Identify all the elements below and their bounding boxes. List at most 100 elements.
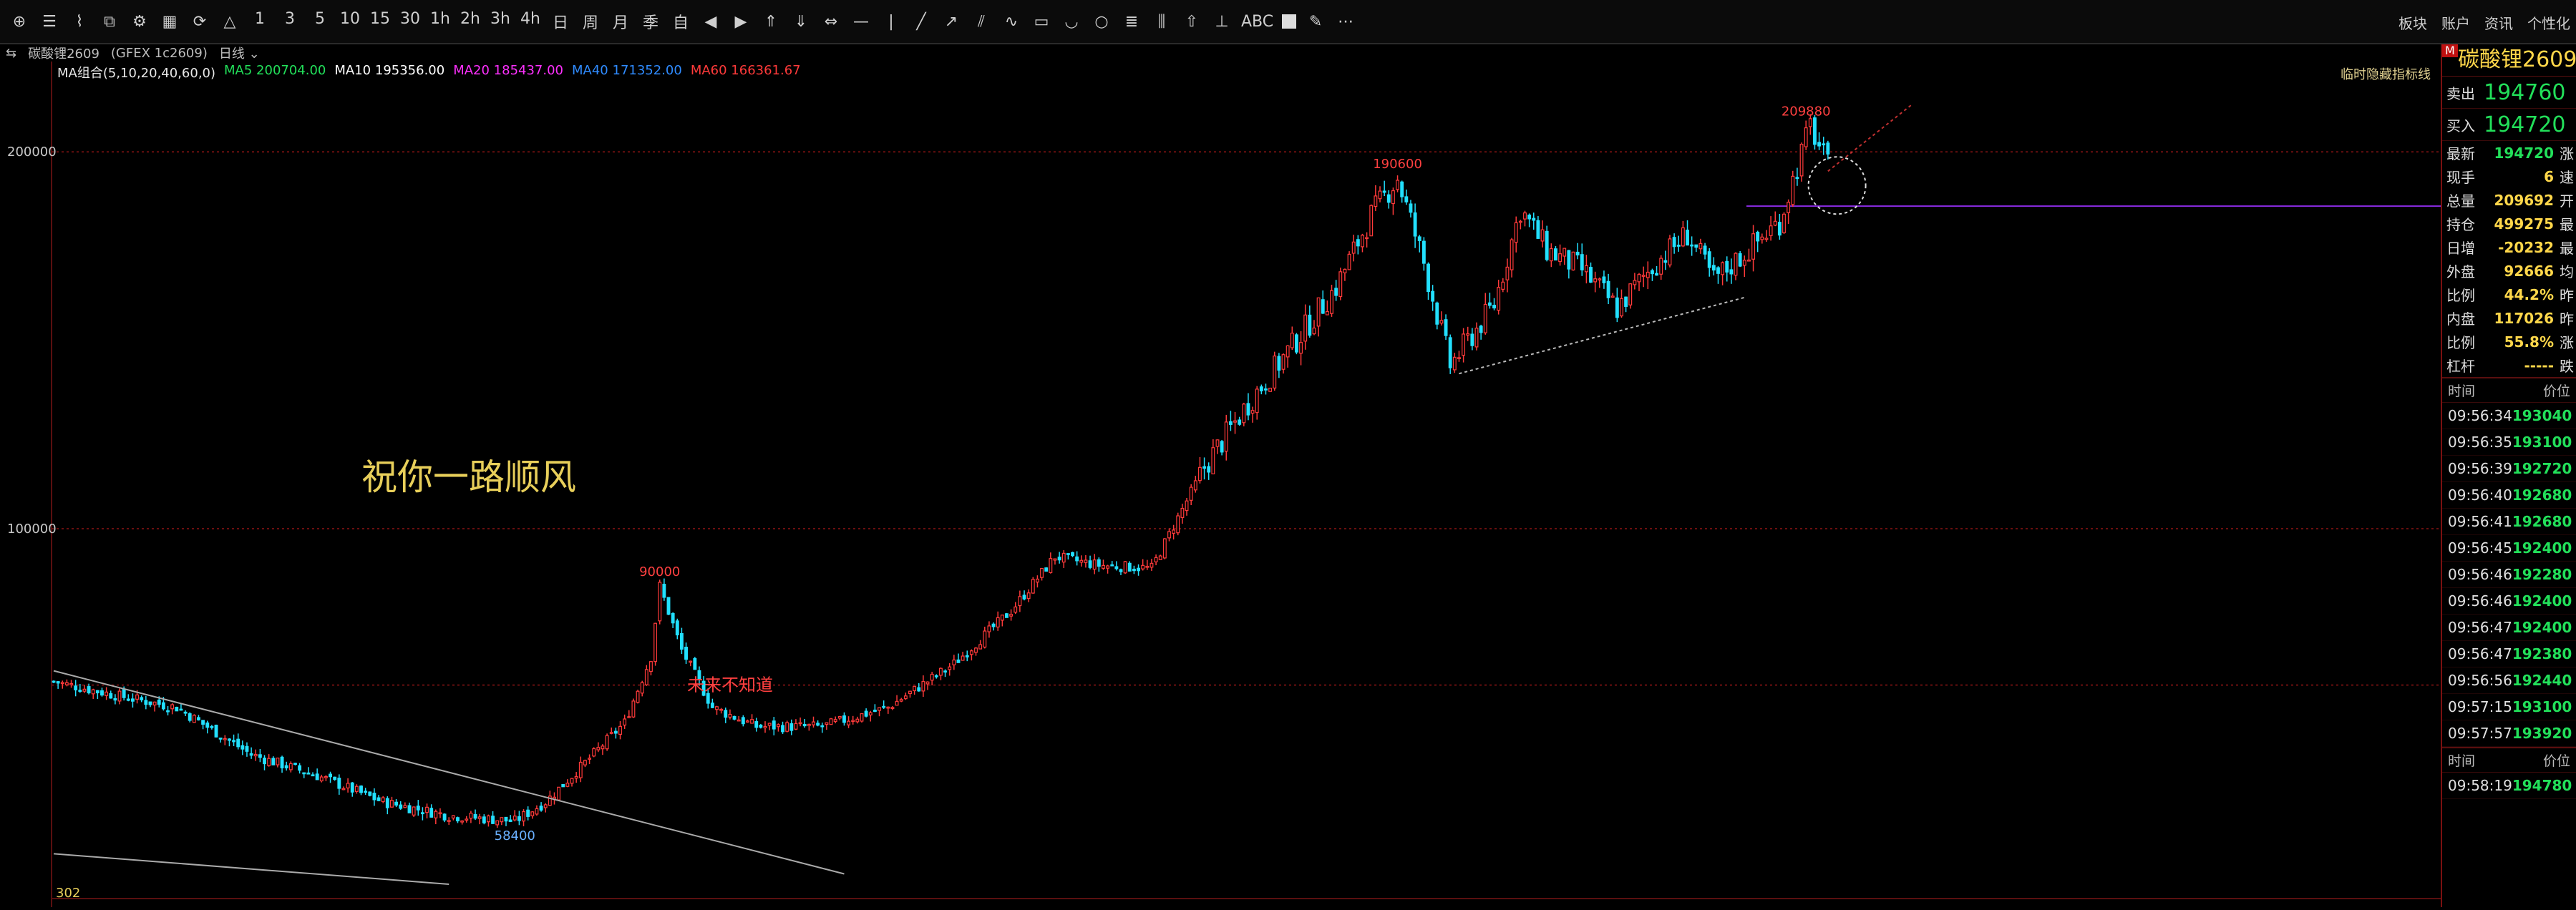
arrow-tool-icon[interactable]: ⇧ <box>1181 13 1202 31</box>
list-icon[interactable]: ☰ <box>39 13 60 31</box>
trendline <box>53 853 449 885</box>
pan-right-icon[interactable]: ▶ <box>730 13 752 31</box>
hline-tool-icon[interactable]: — <box>850 13 872 31</box>
period-button[interactable]: 3h <box>490 10 511 33</box>
indicator-icon[interactable]: ⚙ <box>129 13 150 31</box>
zoom-out-icon[interactable]: ⇓ <box>790 13 812 31</box>
gann-tool-icon[interactable]: ⫼ <box>1151 13 1172 31</box>
candle-body <box>1795 177 1799 180</box>
candle-body <box>1198 466 1202 481</box>
candle-body <box>930 673 934 681</box>
candle-body <box>1356 239 1360 247</box>
candle-body <box>1448 337 1452 368</box>
period-button[interactable]: 季 <box>640 10 661 33</box>
hide-indicator-note[interactable]: 临时隐藏指标线 <box>2341 64 2431 83</box>
line-chart-icon[interactable]: ⌇ <box>69 13 90 31</box>
quote-row-label: 比例 <box>2446 334 2475 351</box>
tick-list-2[interactable]: 09:58:19 194780 <box>2442 773 2576 799</box>
crosshair-icon[interactable]: ⊕ <box>9 13 30 31</box>
pan-left-icon[interactable]: ◀ <box>700 13 721 31</box>
period-button[interactable]: 自 <box>670 10 691 33</box>
candle-body <box>837 715 842 719</box>
candle-body <box>113 698 117 701</box>
refresh-icon[interactable]: ⟳ <box>189 13 210 31</box>
quote-panel: M 碳酸锂2609 卖出 194760 买入 194720 最新 194720 涨现… <box>2441 44 2576 907</box>
candle-body <box>1773 220 1777 226</box>
back-icon[interactable]: ⇆ <box>6 46 16 61</box>
candle-body <box>240 745 245 750</box>
fit-icon[interactable]: ⇔ <box>820 13 842 31</box>
tick-time: 09:56:47 <box>2448 645 2512 662</box>
candle-body <box>1532 217 1536 221</box>
arc-tool-icon[interactable]: ◡ <box>1061 13 1082 31</box>
candle-body <box>789 723 794 731</box>
candle-body <box>653 622 658 662</box>
candle-body <box>1259 386 1263 391</box>
period-button[interactable]: 3 <box>279 10 301 33</box>
more-icon[interactable]: ⋯ <box>1335 13 1356 31</box>
candle-body <box>1655 273 1659 276</box>
quote-row: 日增 -20232 最 <box>2442 235 2576 259</box>
candle-body <box>689 660 693 663</box>
period-dropdown[interactable]: 日线 ⌄ <box>219 44 260 62</box>
pen-tool-icon[interactable]: ✎ <box>1305 13 1326 31</box>
fib-tool-icon[interactable]: ≣ <box>1121 13 1142 31</box>
menu-account[interactable]: 账户 <box>2441 12 2470 33</box>
candle-body <box>109 693 113 699</box>
candle-body <box>991 623 996 627</box>
tick-list[interactable]: 09:56:34 193040 09:56:35 193100 09:56:39 1927… <box>2442 403 2576 747</box>
zoom-in-icon[interactable]: ⇑ <box>760 13 782 31</box>
candle-body <box>258 754 262 758</box>
candle-body <box>1066 553 1070 555</box>
period-button[interactable]: 5 <box>309 10 331 33</box>
period-button[interactable]: 月 <box>610 10 631 33</box>
candle-body <box>952 659 956 665</box>
candle-body <box>280 756 284 768</box>
rect-tool-icon[interactable]: ▭ <box>1031 13 1052 31</box>
ma60-value: MA60 166361.67 <box>690 63 801 78</box>
period-button[interactable]: 日 <box>550 10 571 33</box>
period-button[interactable]: 1h <box>429 10 451 33</box>
period-button[interactable]: 2h <box>460 10 481 33</box>
candle-body <box>1668 238 1672 265</box>
wave-tool-icon[interactable]: ∿ <box>1001 13 1022 31</box>
ray-tool-icon[interactable]: ↗ <box>941 13 962 31</box>
segment-tool-icon[interactable]: ╱ <box>910 13 932 31</box>
candle-body <box>1378 190 1382 200</box>
text-tool[interactable]: ABC <box>1241 13 1273 31</box>
candle-body <box>56 681 60 684</box>
menu-sector[interactable]: 板块 <box>2398 12 2427 33</box>
candle-icon[interactable]: ⧉ <box>99 13 120 31</box>
candle-body <box>1325 310 1329 315</box>
alert-icon[interactable]: △ <box>219 13 240 31</box>
candle-body <box>860 713 864 722</box>
candle-body <box>820 725 825 728</box>
menu-news[interactable]: 资讯 <box>2484 12 2513 33</box>
quote-row-aux: 均 <box>2560 263 2574 280</box>
kline-chart[interactable]: 200000 100000 209880 190600 90000 58400 未来不知道 祝… <box>0 62 2441 907</box>
channel-tool-icon[interactable]: ⫽ <box>971 13 992 31</box>
candle-body <box>1571 251 1575 270</box>
quote-row-aux: 开 <box>2560 192 2574 210</box>
layout-icon[interactable]: ▦ <box>159 13 180 31</box>
measure-tool-icon[interactable]: ⊥ <box>1211 13 1233 31</box>
circle-tool-icon[interactable]: ○ <box>1091 13 1112 31</box>
period-button[interactable]: 30 <box>399 10 421 33</box>
candle-body <box>341 788 346 791</box>
period-button[interactable]: 15 <box>369 10 391 33</box>
symbol-name[interactable]: 碳酸锂2609 <box>28 44 99 62</box>
period-button[interactable]: 10 <box>339 10 361 33</box>
price-annotation: 58400 <box>495 828 535 843</box>
period-button[interactable]: 周 <box>580 10 601 33</box>
period-button[interactable]: 1 <box>249 10 271 33</box>
vline-tool-icon[interactable]: | <box>880 13 902 31</box>
kline-svg[interactable]: 200000 100000 209880 190600 90000 58400 未来不知道 祝… <box>0 62 2441 907</box>
period-button[interactable]: 4h <box>520 10 541 33</box>
color-box-icon[interactable] <box>1282 14 1297 29</box>
menu-personalize[interactable]: 个性化 <box>2527 12 2570 33</box>
candle-body <box>1620 298 1623 317</box>
candle-body <box>781 725 784 733</box>
candle-body <box>1514 222 1518 243</box>
quote-stats: 最新 194720 涨现手 6 速总量 209692 开持仓 499275 最日增 -20232 最… <box>2442 141 2576 377</box>
candle-body <box>135 694 140 700</box>
